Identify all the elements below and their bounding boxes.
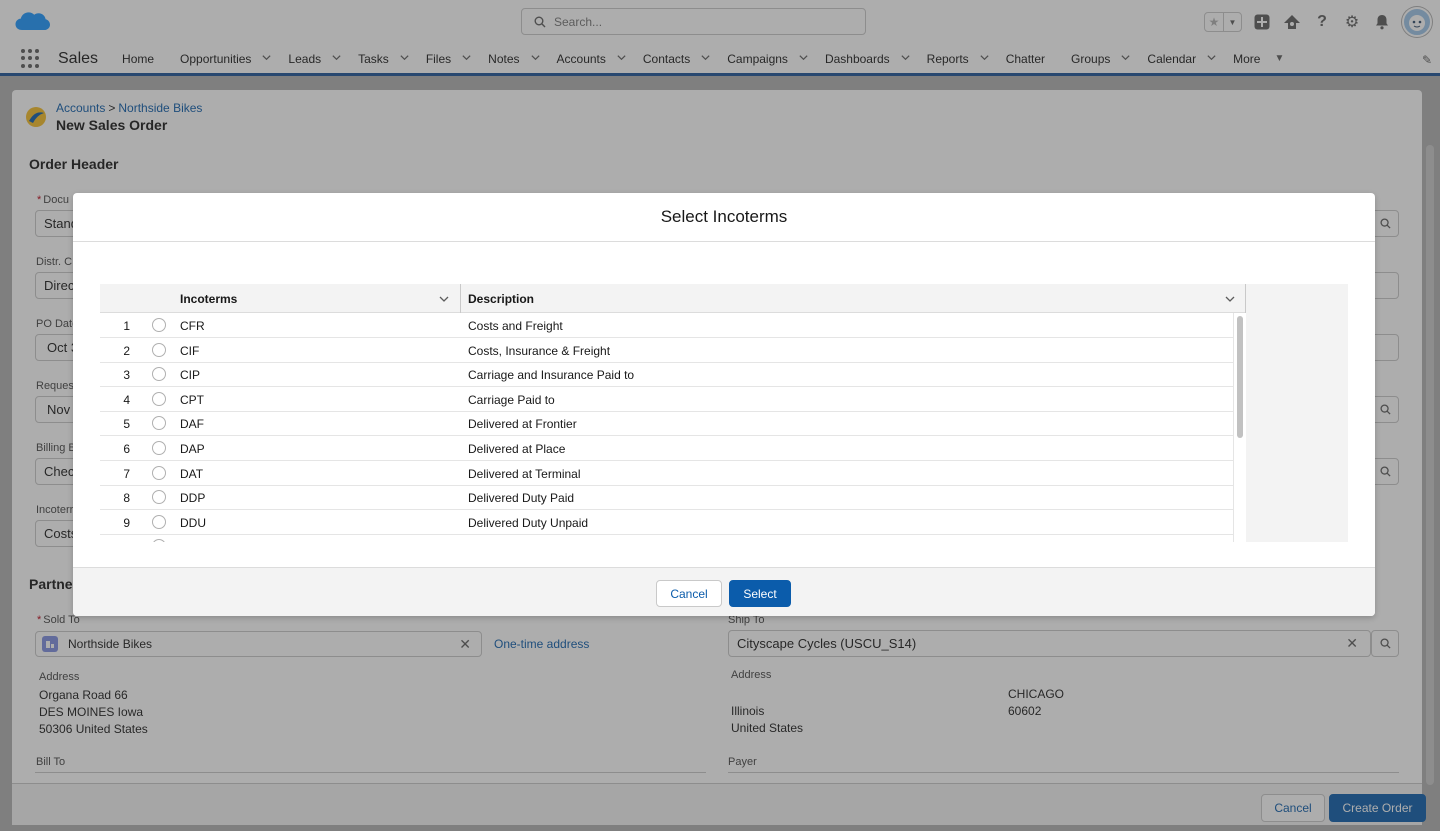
table-row[interactable]: 6 DAP Delivered at Place <box>100 436 1233 461</box>
table-row[interactable]: 1 CFR Costs and Freight <box>100 313 1233 338</box>
select-button[interactable]: Select <box>729 580 791 607</box>
row-radio[interactable] <box>152 391 166 406</box>
row-radio[interactable] <box>152 342 166 357</box>
incoterms-table: Incoterms Description 1 CFR Costs and Frei… <box>100 284 1348 542</box>
cancel-button[interactable]: Cancel <box>656 580 722 607</box>
row-radio[interactable] <box>152 416 166 431</box>
table-scrollbar-thumb[interactable] <box>1237 316 1243 438</box>
incoterm-description: Delivered at Terminal <box>468 466 581 481</box>
row-radio[interactable] <box>152 490 166 505</box>
row-radio[interactable] <box>152 441 166 455</box>
modal-footer: Cancel Select <box>73 567 1375 616</box>
chevron-down-icon <box>439 296 449 302</box>
table-row[interactable]: 2 CIF Costs, Insurance & Freight <box>100 338 1233 363</box>
incoterm-description: Costs and Freight <box>468 319 563 333</box>
incoterm-code: CIP <box>180 368 201 383</box>
table-row[interactable]: 8 DDP Delivered Duty Paid <box>100 485 1233 511</box>
column-divider[interactable] <box>460 284 461 313</box>
incoterm-description: Delivered Duty Unpaid <box>468 515 589 530</box>
incoterm-description: Carriage Paid to <box>468 392 555 407</box>
incoterm-description: Costs, Insurance & Freight <box>468 343 611 358</box>
row-radio[interactable] <box>152 539 166 542</box>
row-number: 1 <box>123 319 130 333</box>
table-header: Incoterms Description <box>100 284 1246 313</box>
table-row[interactable]: 7 DAT Delivered at Terminal <box>100 461 1233 486</box>
select-incoterms-modal: Select Incoterms Incoterms Description 1… <box>73 193 1375 616</box>
table-row[interactable]: 3 CIP Carriage and Insurance Paid to <box>100 362 1233 388</box>
modal-header: Select Incoterms <box>73 193 1375 242</box>
incoterm-code: DAP <box>180 442 205 456</box>
chevron-down-icon <box>1225 296 1235 302</box>
table-scrollbar[interactable] <box>1233 313 1246 542</box>
column-divider <box>1245 284 1246 313</box>
incoterm-description: Delivered Duty Paid <box>468 491 575 506</box>
incoterm-code: DDU <box>180 515 206 530</box>
row-number: 5 <box>123 417 130 432</box>
incoterm-description: Carriage and Insurance Paid to <box>468 368 635 383</box>
row-number: 2 <box>123 343 130 358</box>
column-header-incoterms[interactable]: Incoterms <box>180 284 460 313</box>
row-radio[interactable] <box>152 318 166 332</box>
table-row-partial[interactable] <box>100 534 1233 542</box>
table-body: 1 CFR Costs and Freight 2 CIF Costs, Insuranc… <box>100 313 1233 542</box>
table-row[interactable]: 4 CPT Carriage Paid to <box>100 387 1233 412</box>
table-row[interactable]: 9 DDU Delivered Duty Unpaid <box>100 510 1233 535</box>
row-number: 4 <box>123 392 130 407</box>
row-number: 8 <box>123 491 130 506</box>
row-number: 7 <box>123 466 130 481</box>
incoterm-description: Delivered at Place <box>468 442 566 456</box>
column-header-description[interactable]: Description <box>468 284 1246 313</box>
incoterm-code: CIF <box>180 343 200 358</box>
incoterm-description: Delivered at Frontier <box>468 417 577 432</box>
modal-title: Select Incoterms <box>660 207 788 226</box>
table-row[interactable]: 5 DAF Delivered at Frontier <box>100 411 1233 437</box>
row-number: 9 <box>123 515 130 530</box>
row-number: 6 <box>123 442 130 456</box>
incoterm-code: DDP <box>180 491 206 506</box>
incoterm-code: DAT <box>180 466 204 481</box>
incoterm-code: CFR <box>180 319 205 333</box>
row-radio[interactable] <box>152 367 166 382</box>
incoterm-code: CPT <box>180 392 204 407</box>
row-number: 3 <box>123 368 130 383</box>
row-radio[interactable] <box>152 465 166 480</box>
incoterm-code: DAF <box>180 417 204 432</box>
row-radio[interactable] <box>152 514 166 529</box>
